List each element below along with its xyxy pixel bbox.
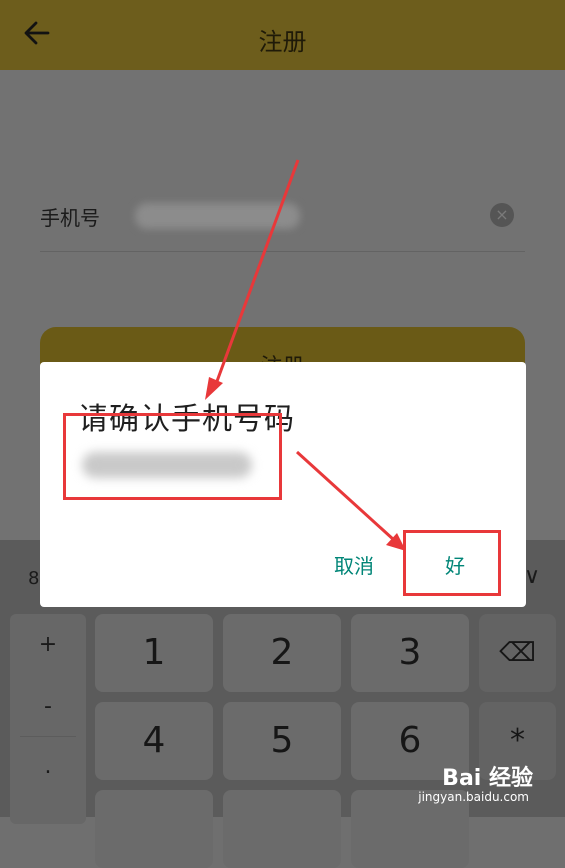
watermark-url: jingyan.baidu.com bbox=[418, 790, 529, 804]
baidu-watermark: Bai 经验 jingyan.baidu.com bbox=[418, 760, 533, 804]
annotation-arrow-2 bbox=[295, 450, 396, 542]
annotation-arrows bbox=[205, 159, 406, 551]
annotation-arrowhead-1 bbox=[205, 377, 223, 400]
baidu-logo: Bai 经验 bbox=[442, 766, 533, 791]
annotation-arrow-1 bbox=[214, 159, 300, 385]
